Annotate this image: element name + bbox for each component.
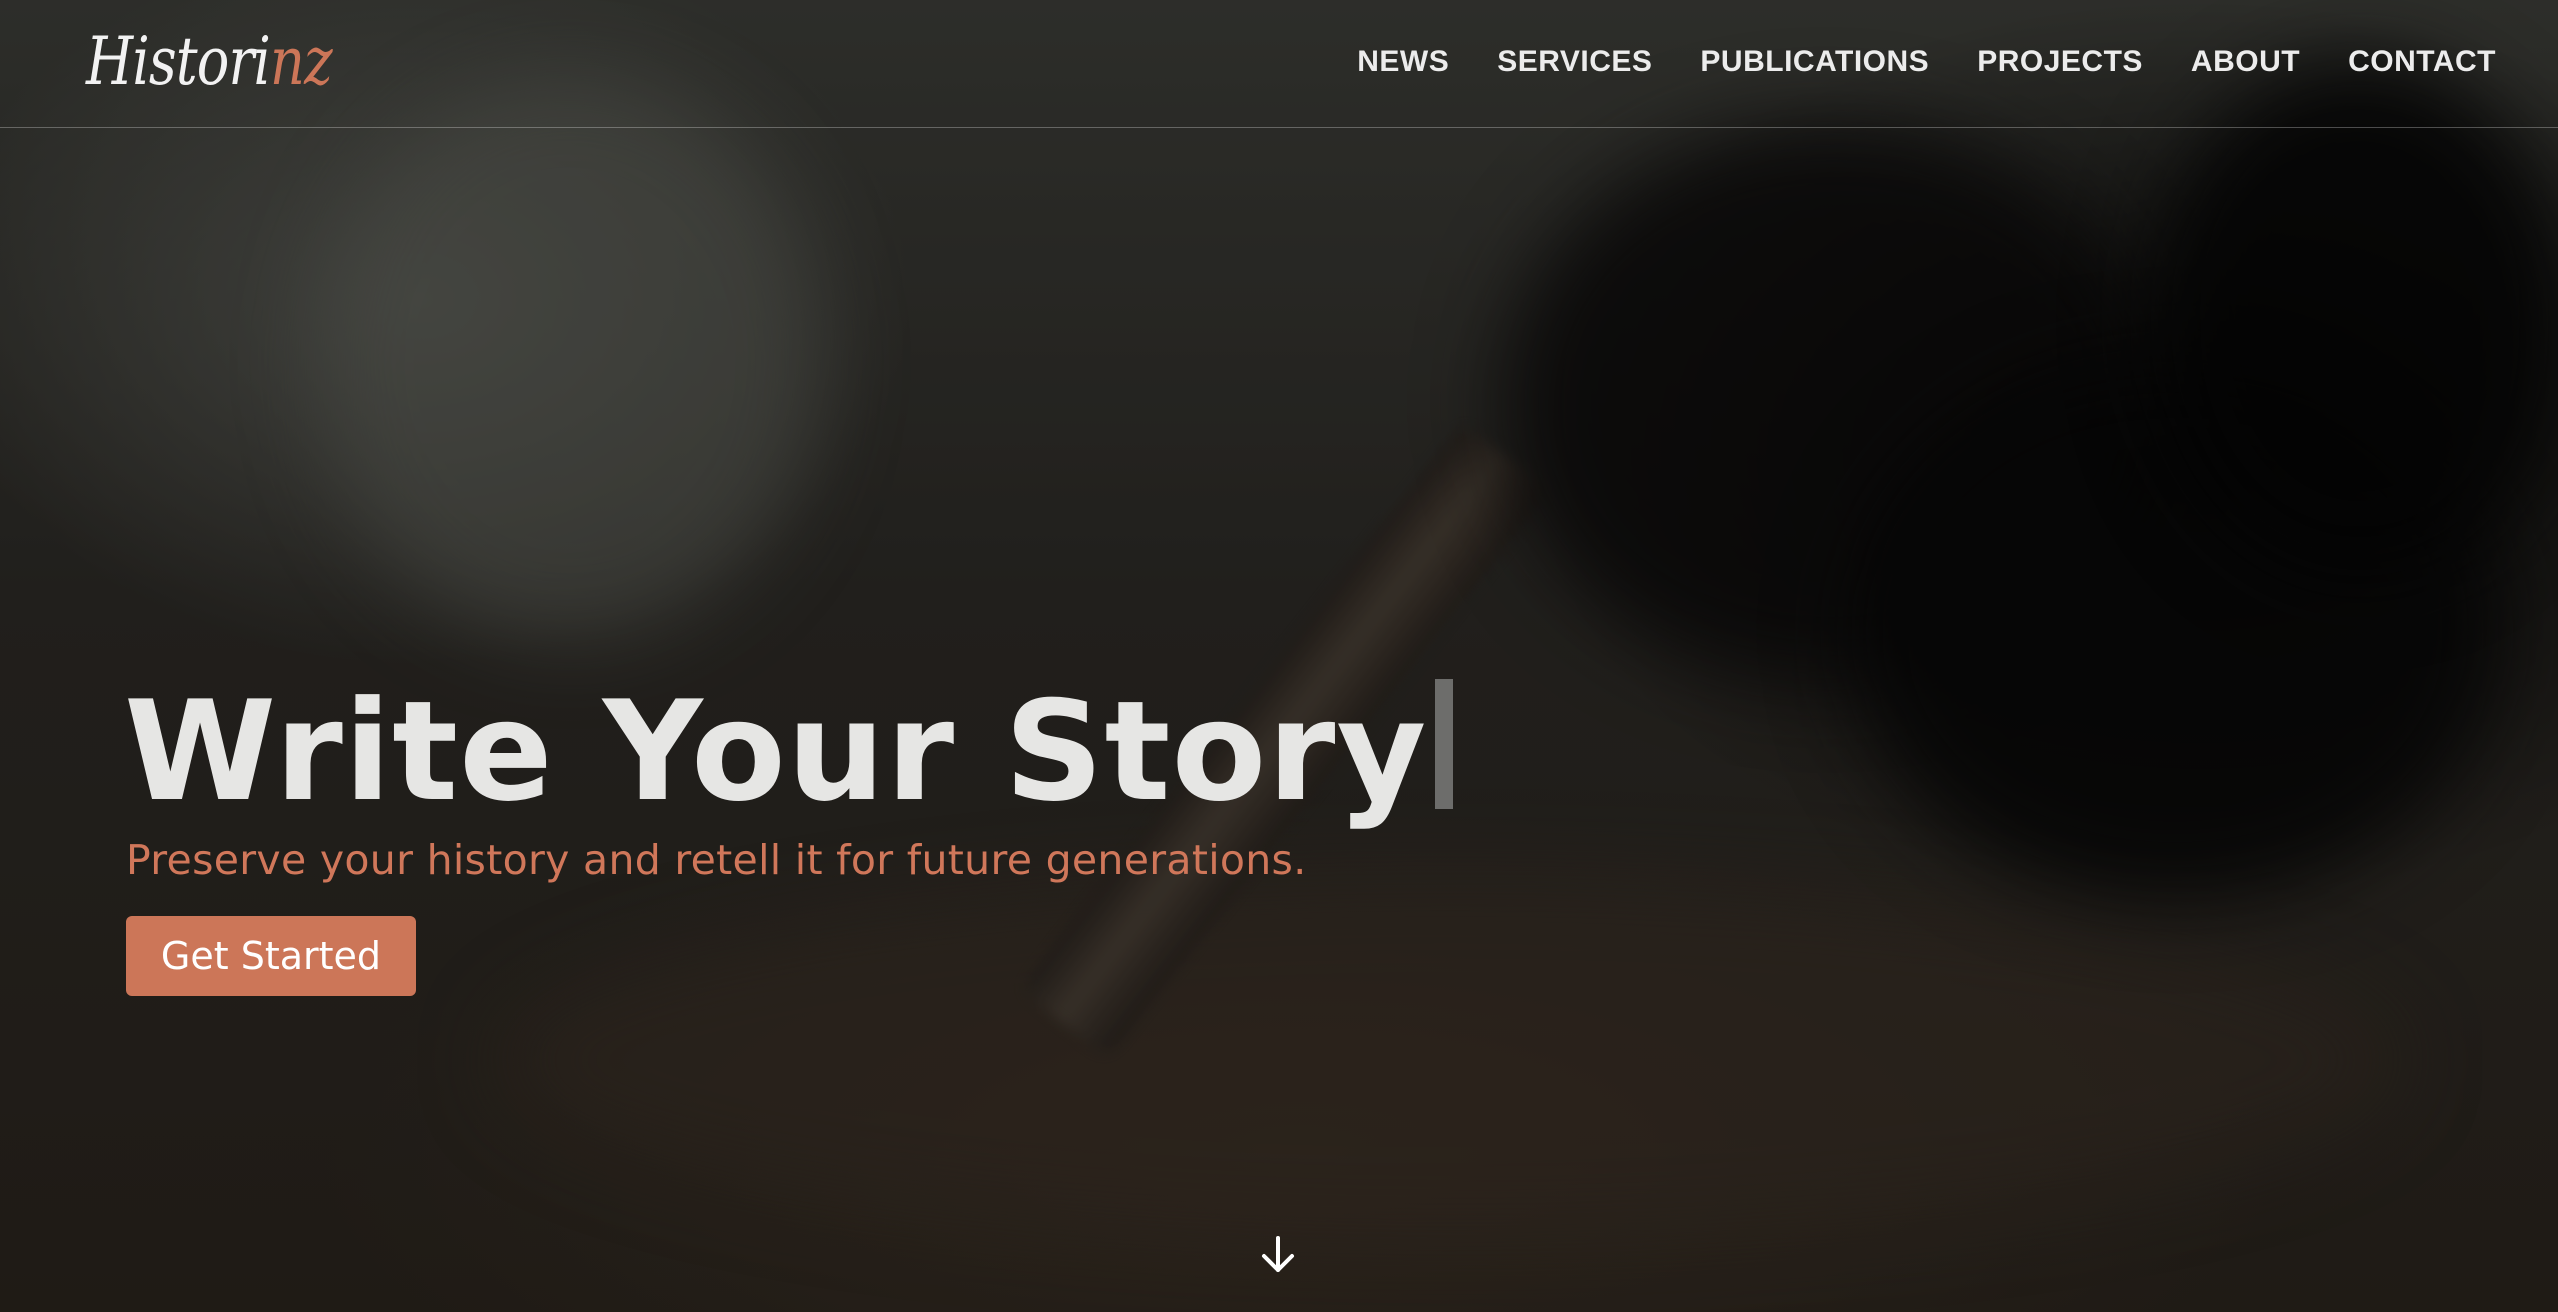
background-overlay — [0, 0, 2558, 1312]
nav-item-services[interactable]: SERVICES — [1497, 40, 1652, 84]
logo-main-text: Histori — [86, 23, 271, 100]
scroll-down-button[interactable] — [1252, 1228, 1304, 1280]
typing-cursor — [1435, 679, 1454, 809]
nav-item-news[interactable]: NEWS — [1357, 40, 1449, 84]
nav-item-publications[interactable]: PUBLICATIONS — [1700, 40, 1929, 84]
hero-headline: Write Your Story — [124, 671, 1454, 832]
nav-item-projects[interactable]: PROJECTS — [1977, 40, 2143, 84]
hero-section: Historinz NEWS SERVICES PUBLICATIONS PRO… — [0, 0, 2558, 1312]
top-navbar: Historinz NEWS SERVICES PUBLICATIONS PRO… — [0, 0, 2558, 128]
arrow-down-icon — [1262, 1236, 1294, 1272]
nav-item-contact[interactable]: CONTACT — [2348, 40, 2496, 84]
hero-subheadline: Preserve your history and retell it for … — [126, 836, 1307, 884]
main-navigation: NEWS SERVICES PUBLICATIONS PROJECTS ABOU… — [1357, 40, 2496, 84]
site-logo[interactable]: Historinz — [86, 22, 333, 102]
logo-accent-text: nz — [270, 23, 333, 100]
hero-headline-text: Write Your Story — [124, 671, 1428, 832]
get-started-button[interactable]: Get Started — [126, 916, 416, 996]
nav-item-about[interactable]: ABOUT — [2191, 40, 2300, 84]
